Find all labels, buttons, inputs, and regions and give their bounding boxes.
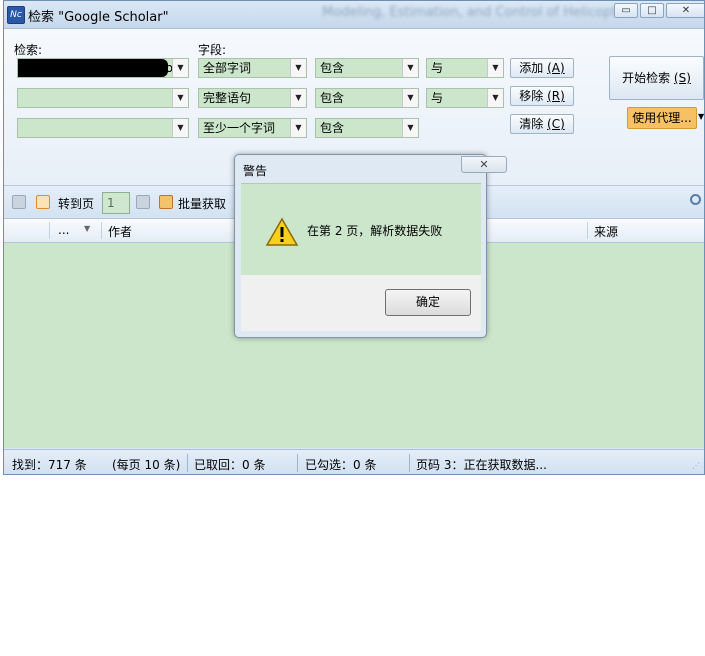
search-term-input-3[interactable]: ▼ <box>17 118 189 138</box>
operator-select-1[interactable]: 包含 ▼ <box>315 58 419 78</box>
ok-button[interactable]: 确定 <box>385 289 471 316</box>
field-value-3: 至少一个字词 <box>203 121 276 135</box>
status-fetched: 已取回：0 条 <box>194 458 266 472</box>
start-search-key: (S) <box>673 71 691 85</box>
operator-select-2[interactable]: 包含 ▼ <box>315 88 419 108</box>
goto-page-icon[interactable] <box>36 195 50 209</box>
add-button[interactable]: 添加 (A) <box>510 58 574 78</box>
start-search-label: 开始检索 <box>622 71 674 85</box>
chevron-down-icon[interactable]: ▼ <box>402 119 418 137</box>
dialog-close-button[interactable]: ✕ <box>461 156 507 173</box>
operator-value-3: 包含 <box>320 121 345 135</box>
chevron-down-icon[interactable]: ▼ <box>402 89 418 107</box>
status-separator <box>297 454 298 472</box>
blurred-background-title: Modeling, Estimation, and Control of Hel… <box>322 5 631 20</box>
window-title: 检索 "Google Scholar" <box>28 10 169 25</box>
status-per-page: (每页 10 条) <box>112 458 181 472</box>
logic-select-1[interactable]: 与 ▼ <box>426 58 504 78</box>
status-found: 找到：717 条 <box>12 458 87 472</box>
goto-page-label[interactable]: 转到页 <box>58 195 94 212</box>
sort-arrow-icon: ▼ <box>84 224 91 233</box>
logic-select-2[interactable]: 与 ▼ <box>426 88 504 108</box>
warning-icon <box>265 217 299 246</box>
field-select-2[interactable]: 完整语句 ▼ <box>198 88 307 108</box>
use-proxy-button[interactable]: 使用代理... <box>627 107 697 129</box>
search-label: 检索: <box>14 43 43 57</box>
search-term-input-1[interactable]: ho ▼ <box>17 58 189 78</box>
warning-dialog: 警告 ✕ 在第 2 页，解析数据失败 确定 <box>234 154 507 338</box>
field-select-1[interactable]: 全部字词 ▼ <box>198 58 307 78</box>
maximize-button[interactable]: □ <box>640 3 664 18</box>
chevron-down-icon[interactable]: ▼ <box>172 89 188 107</box>
chevron-down-icon[interactable]: ▼ <box>698 112 704 121</box>
status-separator <box>409 454 410 472</box>
title-bar: Nc 检索 "Google Scholar" Modeling, Estimat… <box>4 1 704 29</box>
resize-grip-icon[interactable]: ⋰ <box>692 461 700 470</box>
status-page-info: 页码 3：正在获取数据... <box>416 458 547 472</box>
prev-page-icon[interactable] <box>12 195 26 209</box>
close-button[interactable]: ✕ <box>666 3 704 18</box>
dialog-title: 警告 <box>243 164 268 178</box>
chevron-down-icon[interactable]: ▼ <box>487 59 503 77</box>
operator-select-3[interactable]: 包含 ▼ <box>315 118 419 138</box>
redacted-text <box>18 59 168 77</box>
remove-button[interactable]: 移除 (R) <box>510 86 574 106</box>
remove-button-label: 移除 <box>519 89 548 103</box>
field-value-1: 全部字词 <box>203 61 252 75</box>
operator-value-1: 包含 <box>320 61 345 75</box>
column-separator <box>101 222 102 239</box>
batch-fetch-icon[interactable] <box>159 195 173 209</box>
next-page-icon[interactable] <box>136 195 150 209</box>
chevron-down-icon[interactable]: ▼ <box>172 119 188 137</box>
status-separator <box>187 454 188 472</box>
clear-button-label: 清除 <box>519 117 548 131</box>
field-value-2: 完整语句 <box>203 91 252 105</box>
chevron-down-icon[interactable]: ▼ <box>487 89 503 107</box>
status-bar: 找到：717 条 (每页 10 条) 已取回：0 条 已勾选：0 条 页码 3：… <box>4 449 704 474</box>
search-icon[interactable] <box>690 194 701 205</box>
column-separator <box>587 222 588 239</box>
chevron-down-icon[interactable]: ▼ <box>402 59 418 77</box>
chevron-down-icon[interactable]: ▼ <box>290 59 306 77</box>
logic-value-2: 与 <box>431 91 444 105</box>
column-header-source[interactable]: 来源 <box>594 223 618 240</box>
column-header-more[interactable]: ... <box>58 223 69 237</box>
status-checked: 已勾选：0 条 <box>305 458 377 472</box>
page-number-input[interactable]: 1 <box>102 192 130 214</box>
start-search-button[interactable]: 开始检索 (S) <box>609 56 704 100</box>
batch-fetch-label[interactable]: 批量获取 <box>178 195 226 212</box>
clear-button[interactable]: 清除 (C) <box>510 114 574 134</box>
field-label: 字段: <box>198 43 227 57</box>
column-separator <box>49 222 50 239</box>
field-select-3[interactable]: 至少一个字词 ▼ <box>198 118 307 138</box>
dialog-message: 在第 2 页，解析数据失败 <box>307 224 443 238</box>
minimize-button[interactable]: ▭ <box>614 3 638 18</box>
search-term-input-2[interactable]: ▼ <box>17 88 189 108</box>
logic-value-1: 与 <box>431 61 444 75</box>
column-header-author[interactable]: 作者 <box>108 223 132 240</box>
chevron-down-icon[interactable]: ▼ <box>290 119 306 137</box>
chevron-down-icon[interactable]: ▼ <box>290 89 306 107</box>
add-button-key: (A) <box>547 61 565 75</box>
app-icon: Nc <box>7 6 25 24</box>
remove-button-key: (R) <box>547 89 565 103</box>
add-button-label: 添加 <box>519 61 548 75</box>
clear-button-key: (C) <box>547 117 565 131</box>
operator-value-2: 包含 <box>320 91 345 105</box>
chevron-down-icon[interactable]: ▼ <box>172 59 188 77</box>
